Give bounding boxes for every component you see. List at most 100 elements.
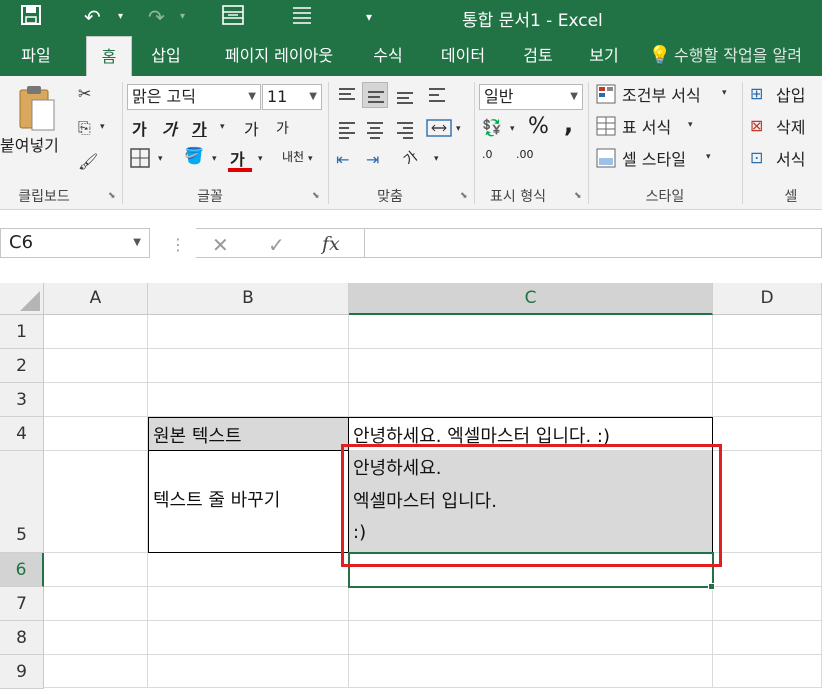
- cell-styles-dropdown-icon[interactable]: ▾: [706, 152, 711, 162]
- cell[interactable]: [713, 553, 822, 587]
- number-format-select[interactable]: 일반 ▼: [479, 84, 583, 110]
- bold-button[interactable]: 가: [132, 116, 147, 140]
- select-all-corner[interactable]: [0, 283, 44, 315]
- cell[interactable]: [349, 383, 713, 417]
- orientation-button[interactable]: 가: [399, 146, 422, 170]
- cell[interactable]: [349, 315, 713, 349]
- accounting-dropdown-icon[interactable]: ▾: [510, 124, 515, 134]
- font-launcher-icon[interactable]: ⬊: [312, 191, 320, 201]
- borders-icon[interactable]: [130, 148, 150, 172]
- cell[interactable]: [44, 621, 148, 655]
- percent-button[interactable]: %: [528, 114, 549, 139]
- phonetic-button[interactable]: 내천: [282, 148, 304, 165]
- cell[interactable]: [148, 655, 349, 688]
- font-size-select[interactable]: 11 ▼: [262, 84, 322, 110]
- name-box[interactable]: C6 ▼: [0, 228, 150, 258]
- copy-icon[interactable]: ⎘: [78, 118, 91, 138]
- left-align-icon[interactable]: [334, 116, 360, 142]
- underline-button[interactable]: 가: [192, 116, 207, 140]
- increase-indent-icon[interactable]: ⇥: [366, 150, 379, 169]
- merge-center-icon[interactable]: [426, 118, 452, 142]
- cell[interactable]: [713, 451, 822, 553]
- cell[interactable]: [148, 621, 349, 655]
- grow-font-button[interactable]: 가: [244, 116, 259, 140]
- cell[interactable]: [713, 587, 822, 621]
- decrease-decimal-button[interactable]: .00: [516, 148, 534, 161]
- tab-insert[interactable]: 삽입: [140, 36, 192, 76]
- delete-cells-icon[interactable]: ⊠: [750, 116, 763, 135]
- format-as-table-icon[interactable]: [596, 116, 616, 140]
- borders-dropdown-icon[interactable]: ▾: [158, 154, 163, 164]
- list-icon[interactable]: [292, 4, 312, 32]
- cell-styles-icon[interactable]: [596, 148, 616, 172]
- formula-input[interactable]: [364, 228, 822, 258]
- number-launcher-icon[interactable]: ⬊: [574, 191, 582, 201]
- right-align-icon[interactable]: [392, 116, 418, 142]
- delete-cells-button[interactable]: 삭제: [776, 114, 805, 138]
- cell[interactable]: [148, 383, 349, 417]
- column-header-a[interactable]: A: [44, 283, 148, 315]
- tab-formulas[interactable]: 수식: [362, 36, 414, 76]
- undo-icon[interactable]: ↶: [84, 4, 101, 30]
- font-color-dropdown-icon[interactable]: ▾: [258, 154, 263, 164]
- form-icon[interactable]: [222, 4, 244, 32]
- cell[interactable]: [44, 383, 148, 417]
- tab-review[interactable]: 검토: [510, 36, 566, 76]
- cut-icon[interactable]: ✂: [78, 84, 91, 103]
- row-header-4[interactable]: 4: [0, 417, 44, 451]
- cell[interactable]: [44, 451, 148, 553]
- cell[interactable]: [349, 349, 713, 383]
- cancel-icon[interactable]: ✕: [212, 233, 229, 257]
- cell[interactable]: [44, 315, 148, 349]
- row-header-9[interactable]: 9: [0, 655, 44, 689]
- insert-cells-icon[interactable]: ⊞: [750, 84, 763, 103]
- cell[interactable]: [44, 417, 148, 451]
- cell[interactable]: [44, 553, 148, 587]
- cell-styles-button[interactable]: 셀 스타일: [622, 146, 686, 170]
- center-align-icon[interactable]: [362, 116, 388, 142]
- cell[interactable]: [44, 349, 148, 383]
- cell[interactable]: [713, 383, 822, 417]
- tab-file[interactable]: 파일: [6, 36, 66, 76]
- format-painter-icon[interactable]: 🖌: [78, 152, 98, 171]
- cell[interactable]: [148, 315, 349, 349]
- conditional-dropdown-icon[interactable]: ▾: [722, 88, 727, 98]
- shrink-font-button[interactable]: 가: [276, 118, 289, 138]
- italic-button[interactable]: 가: [162, 116, 177, 140]
- orientation-dropdown-icon[interactable]: ▾: [434, 154, 439, 164]
- format-cells-icon[interactable]: ⊡: [750, 148, 763, 167]
- tab-data[interactable]: 데이터: [428, 36, 498, 76]
- row-header-6[interactable]: 6: [0, 553, 44, 587]
- cell-b4[interactable]: 원본 텍스트: [148, 417, 349, 451]
- conditional-formatting-button[interactable]: 조건부 서식: [622, 82, 701, 106]
- undo-dropdown-icon[interactable]: ▾: [118, 4, 123, 30]
- tab-page-layout[interactable]: 페이지 레이아웃: [204, 36, 354, 76]
- wrap-text-icon[interactable]: [424, 82, 450, 108]
- row-header-3[interactable]: 3: [0, 383, 44, 417]
- redo-icon[interactable]: ↷: [148, 4, 165, 30]
- drag-handle-icon[interactable]: ⋮: [170, 235, 186, 254]
- font-name-select[interactable]: 맑은 고딕 ▼: [127, 84, 261, 110]
- cell[interactable]: [349, 655, 713, 688]
- row-header-1[interactable]: 1: [0, 315, 44, 349]
- alignment-launcher-icon[interactable]: ⬊: [460, 191, 468, 201]
- conditional-formatting-icon[interactable]: [596, 84, 616, 108]
- top-align-icon[interactable]: [334, 82, 360, 108]
- column-header-d[interactable]: D: [713, 283, 822, 315]
- cell[interactable]: [713, 655, 822, 688]
- decrease-indent-icon[interactable]: ⇤: [336, 150, 349, 169]
- redo-dropdown-icon[interactable]: ▾: [180, 4, 185, 30]
- save-icon[interactable]: [20, 4, 42, 32]
- paste-icon[interactable]: [16, 84, 56, 138]
- cell[interactable]: [44, 587, 148, 621]
- bottom-align-icon[interactable]: [392, 82, 418, 108]
- cell[interactable]: [148, 553, 349, 587]
- insert-cells-button[interactable]: 삽입: [776, 82, 805, 106]
- clipboard-launcher-icon[interactable]: ⬊: [108, 191, 116, 201]
- comma-button[interactable]: ,: [564, 110, 573, 138]
- row-header-8[interactable]: 8: [0, 621, 44, 655]
- row-header-5[interactable]: 5: [0, 451, 44, 553]
- cell[interactable]: [148, 349, 349, 383]
- underline-dropdown-icon[interactable]: ▾: [220, 122, 225, 132]
- format-cells-button[interactable]: 서식: [776, 146, 805, 170]
